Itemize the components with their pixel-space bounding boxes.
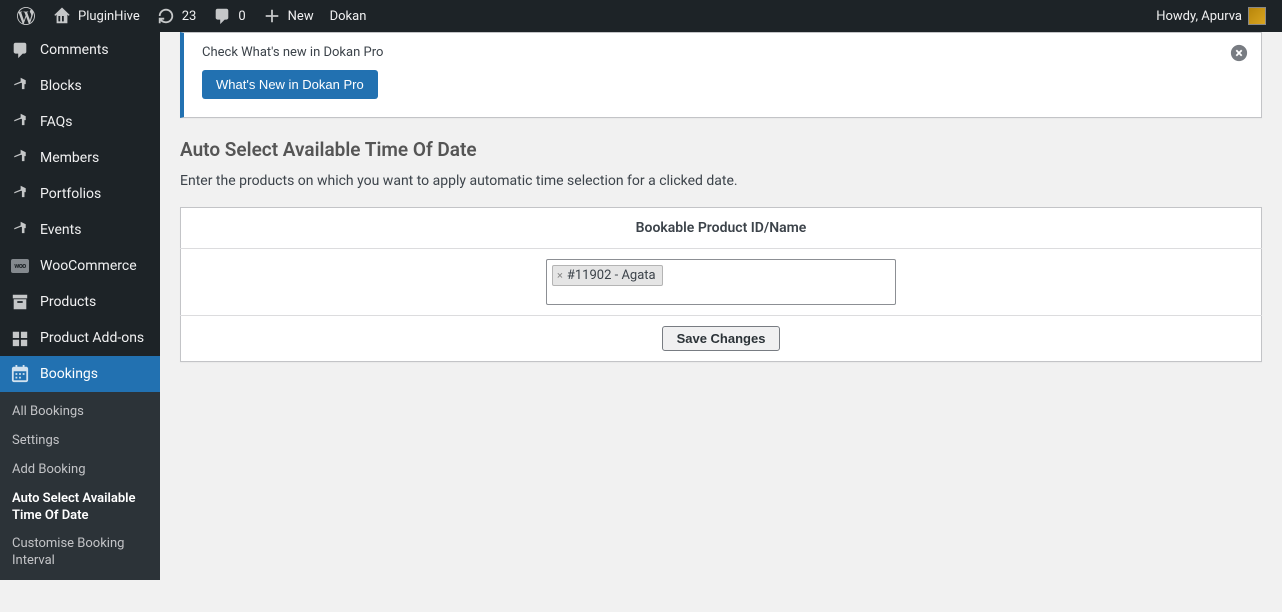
sidebar-item-portfolios[interactable]: Portfolios <box>0 176 160 212</box>
comments-count: 0 <box>238 9 245 24</box>
table-row: Save Changes <box>181 316 1262 362</box>
comments-link[interactable]: 0 <box>204 0 253 32</box>
admin-bar-left: PluginHive 23 0 New Dokan <box>8 0 1148 32</box>
pin-icon <box>10 220 30 240</box>
close-icon <box>1230 44 1248 66</box>
bookings-submenu: All Bookings Settings Add Booking Auto S… <box>0 392 160 580</box>
sidebar-item-label: Products <box>40 294 96 310</box>
sidebar-item-label: Product Add-ons <box>40 330 144 346</box>
sidebar-item-label: FAQs <box>40 114 73 130</box>
archive-icon <box>10 292 30 312</box>
sidebar-item-products[interactable]: Products <box>0 284 160 320</box>
admin-bar: PluginHive 23 0 New Dokan Howdy, Apurva <box>0 0 1282 32</box>
wordpress-icon <box>16 6 36 26</box>
pin-icon <box>10 184 30 204</box>
submenu-settings[interactable]: Settings <box>0 427 160 456</box>
table-row: × #11902 - Agata <box>181 249 1262 316</box>
new-link[interactable]: New <box>254 0 322 32</box>
dokan-notice: Check What's new in Dokan Pro What's New… <box>180 32 1262 118</box>
account-link[interactable]: Howdy, Apurva <box>1148 0 1274 32</box>
home-icon <box>52 6 72 26</box>
dokan-label: Dokan <box>330 9 367 24</box>
dokan-link[interactable]: Dokan <box>322 0 375 32</box>
sidebar-item-woocommerce[interactable]: woo WooCommerce <box>0 248 160 284</box>
token-remove-icon[interactable]: × <box>557 269 563 282</box>
update-icon <box>156 6 176 26</box>
site-name: PluginHive <box>78 9 140 24</box>
woocommerce-icon: woo <box>10 256 30 276</box>
sidebar-item-label: Bookings <box>40 366 98 382</box>
page-title: Auto Select Available Time Of Date <box>180 138 1262 161</box>
sidebar-item-comments[interactable]: Comments <box>0 32 160 68</box>
sidebar-item-events[interactable]: Events <box>0 212 160 248</box>
addons-icon <box>10 328 30 348</box>
table-header-product: Bookable Product ID/Name <box>181 208 1262 249</box>
updates-count: 23 <box>182 9 197 24</box>
updates-link[interactable]: 23 <box>148 0 205 32</box>
sidebar-item-bookings[interactable]: Bookings <box>0 356 160 392</box>
submenu-add-booking[interactable]: Add Booking <box>0 456 160 485</box>
sidebar-item-members[interactable]: Members <box>0 140 160 176</box>
comment-icon <box>212 6 232 26</box>
sidebar-item-faqs[interactable]: FAQs <box>0 104 160 140</box>
pin-icon <box>10 112 30 132</box>
notice-text: Check What's new in Dokan Pro <box>202 45 1243 60</box>
products-table: Bookable Product ID/Name × #11902 - Agat… <box>180 207 1262 362</box>
sidebar-item-label: Comments <box>40 42 109 58</box>
submenu-all-bookings[interactable]: All Bookings <box>0 398 160 427</box>
submenu-customise-interval[interactable]: Customise Booking Interval <box>0 530 160 576</box>
token-label: #11902 - Agata <box>567 268 656 283</box>
save-changes-button[interactable]: Save Changes <box>662 326 781 351</box>
main-content: Check What's new in Dokan Pro What's New… <box>160 32 1282 382</box>
site-link[interactable]: PluginHive <box>44 0 148 32</box>
pin-icon <box>10 76 30 96</box>
comment-icon <box>10 40 30 60</box>
product-select-input[interactable]: × #11902 - Agata <box>546 259 896 305</box>
sidebar-item-label: Blocks <box>40 78 82 94</box>
whats-new-button[interactable]: What's New in Dokan Pro <box>202 70 378 99</box>
page-description: Enter the products on which you want to … <box>180 173 1262 189</box>
sidebar-item-label: WooCommerce <box>40 258 137 274</box>
calendar-icon <box>10 364 30 384</box>
submenu-auto-select[interactable]: Auto Select Available Time Of Date <box>0 485 160 531</box>
sidebar-item-label: Events <box>40 222 81 238</box>
admin-sidebar: Comments Blocks FAQs Members Portfolios … <box>0 32 160 580</box>
wp-logo-link[interactable] <box>8 0 44 32</box>
notice-dismiss-button[interactable] <box>1229 45 1249 65</box>
sidebar-item-blocks[interactable]: Blocks <box>0 68 160 104</box>
avatar <box>1248 7 1266 25</box>
admin-bar-right: Howdy, Apurva <box>1148 0 1274 32</box>
pin-icon <box>10 148 30 168</box>
sidebar-item-product-addons[interactable]: Product Add-ons <box>0 320 160 356</box>
sidebar-item-label: Members <box>40 150 99 166</box>
sidebar-item-label: Portfolios <box>40 186 101 202</box>
product-token: × #11902 - Agata <box>552 265 663 286</box>
new-label: New <box>288 9 314 24</box>
howdy-text: Howdy, Apurva <box>1156 9 1242 24</box>
plus-icon <box>262 6 282 26</box>
